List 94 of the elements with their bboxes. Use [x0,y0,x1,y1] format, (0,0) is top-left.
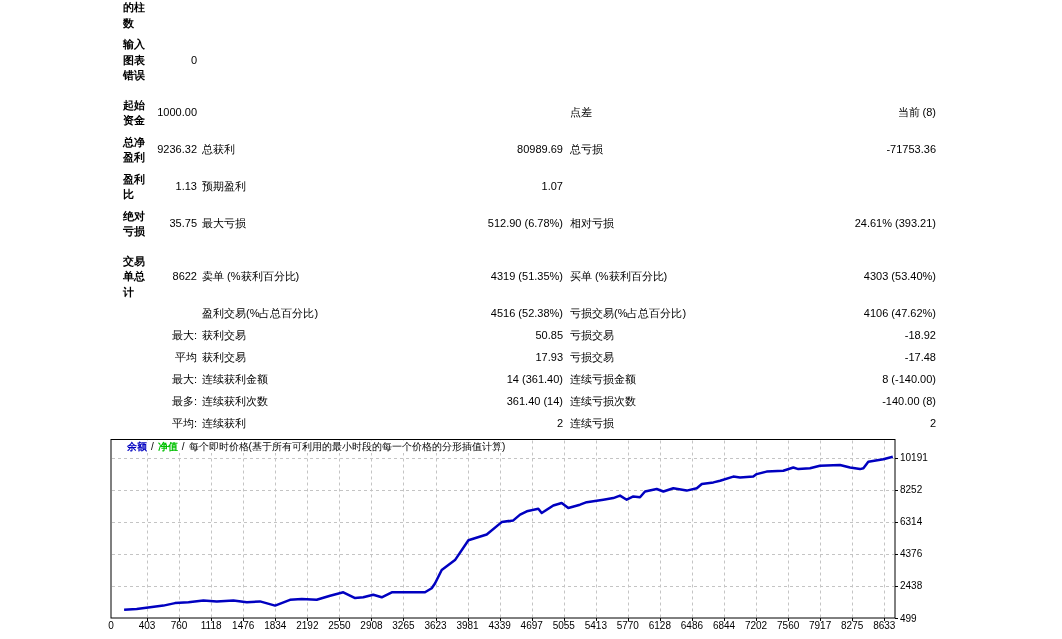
x-axis-label: 8633 [873,620,896,631]
stat-value: 8 (-140.00) [882,373,936,386]
x-axis-label: 3265 [392,620,415,631]
y-axis-label: 6314 [900,516,923,528]
stat-label: 连续获利金额 [202,373,268,386]
row-label: 盈利比 [123,172,145,200]
stat-value: -17.48 [904,351,936,364]
x-axis-label: 1834 [264,620,287,631]
stat-label: 获利交易 [202,329,246,342]
stat-value: -18.92 [904,329,936,342]
stat-label: 连续亏损金额 [570,373,636,386]
stat-value: 4516 (52.38%) [490,307,563,320]
stat-label: 亏损交易(%占总百分比) [570,307,687,320]
x-axis-label: 2550 [328,620,351,631]
stat-label: 连续亏损 [570,417,614,430]
stat-label: 总获利 [202,143,235,156]
stat-value: 1.13 [175,180,197,193]
stat-value: 当前 (8) [897,106,936,119]
x-axis-label: 3981 [456,620,479,631]
stat-label: 亏损交易 [570,329,614,342]
stat-value: -140.00 (8) [882,395,936,408]
x-axis-label: 403 [138,620,156,631]
y-axis-label: 499 [900,612,917,624]
row-label: 的柱数 [123,1,145,29]
stat-value: 4319 (51.35%) [490,270,563,282]
stat-label: 亏损交易 [570,351,614,364]
y-axis-label: 2438 [900,580,923,592]
row-label: 总净盈利 [123,135,145,163]
row-label: 输入图表错误 [123,38,145,81]
stat-value: 9236.32 [157,143,197,156]
x-axis-label: 760 [170,620,188,631]
stat-value: 平均: [171,417,197,430]
stat-value: 17.93 [535,351,563,364]
x-axis-label: 7560 [777,620,800,631]
x-axis-label: 3623 [424,620,447,631]
x-axis-label: 5413 [584,620,607,631]
row-label: 交易单总计 [123,254,145,298]
stat-value: 50.85 [535,329,563,342]
x-axis-label: 2908 [360,620,383,631]
stat-label: 盈利交易(%占总百分比) [202,307,319,320]
x-axis-label: 5770 [616,620,639,631]
x-axis-label: 1476 [232,620,255,631]
stat-value: -71753.36 [886,143,936,156]
stat-label: 点差 [570,106,592,119]
stat-label: 最大亏损 [202,217,246,230]
stat-label: 连续获利 [202,417,246,430]
stat-label: 卖单 (%获利百分比) [202,270,300,282]
stat-label: 获利交易 [202,351,246,364]
stat-value: 80989.69 [517,143,563,156]
y-axis-label: 4376 [900,548,923,560]
stat-value: 4106 (47.62%) [863,307,936,320]
stat-value: 平均 [175,351,197,364]
stat-value: 24.61% (393.21) [854,217,936,230]
stat-value: 4303 (53.40%) [863,270,936,282]
x-axis-label: 6844 [712,620,736,631]
y-axis-label: 10191 [900,452,928,464]
x-axis-label: 8275 [841,620,864,631]
stat-value: 8622 [172,270,197,282]
chart-title: 每个即时价格(基于所有可利用的最小时段的每一个价格的分形插值计算) [188,441,506,453]
row-label: 起始资金 [123,98,145,126]
stat-label: 买单 (%获利百分比) [570,270,668,282]
legend-separator: / [181,441,185,453]
x-axis-label: 6128 [648,620,671,631]
legend-label: 净值 [157,441,178,453]
stat-value: 最多: [171,395,197,408]
stat-label: 连续亏损次数 [570,395,636,408]
stat-value: 361.40 (14) [506,395,563,408]
legend-separator: / [151,441,154,453]
stat-value: 最大: [171,373,197,386]
row-label: 绝对亏损 [123,209,145,237]
stat-label: 相对亏损 [570,217,614,230]
x-axis-label: 4697 [520,620,543,631]
stat-value: 512.90 (6.78%) [487,217,563,230]
stat-value: 35.75 [169,217,197,230]
stat-value: 1.07 [541,180,563,193]
stat-value: 0 [190,53,197,66]
x-axis-label: 7202 [744,620,768,631]
stat-value: 2 [929,417,936,430]
stat-label: 连续获利次数 [202,395,268,408]
x-axis-label: 5055 [552,620,575,631]
legend-label: 余额 [127,441,147,453]
x-axis-label: 7917 [809,620,832,631]
stat-value: 2 [556,417,563,430]
stat-value: 1000.00 [157,106,197,119]
x-axis-label: 6486 [680,620,704,631]
x-axis-label: 4339 [488,620,511,631]
stat-value: 最大: [171,329,197,342]
x-axis-label: 2192 [296,620,319,631]
stat-value: 14 (361.40) [506,373,563,386]
x-axis-label: 0 [108,620,114,631]
x-axis-label: 1118 [200,620,222,631]
stat-label: 总亏损 [570,143,603,156]
stat-label: 预期盈利 [202,180,246,193]
y-axis-label: 8252 [900,484,923,496]
